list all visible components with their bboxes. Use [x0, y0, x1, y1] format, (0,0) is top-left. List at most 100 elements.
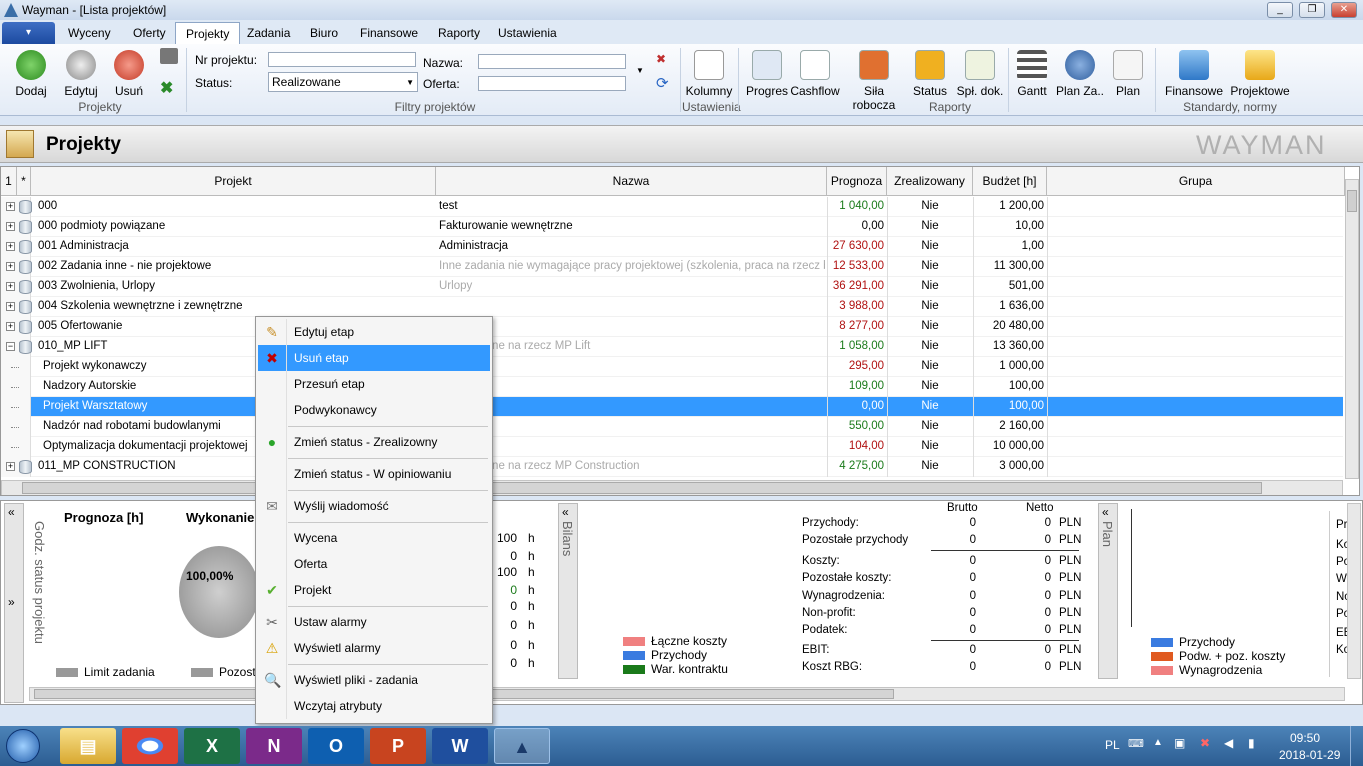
kolumny-button[interactable]: Kolumny [684, 50, 734, 98]
usun-button[interactable]: Usuń [106, 50, 152, 98]
table-row[interactable]: −010_MP LIFT wykonywane na rzecz MP Lift 1… [1, 337, 1343, 357]
context-item-13[interactable]: Wczytaj atrybuty [258, 693, 490, 719]
column-header-2[interactable]: Prognoza [827, 167, 887, 196]
taskbar-chrome-icon[interactable] [122, 728, 178, 764]
app-menu-button[interactable]: ▾ [2, 22, 55, 44]
expand-toggle-icon[interactable]: + [6, 262, 15, 271]
context-item-12[interactable]: 🔍 Wyświetl pliki - zadania [258, 667, 490, 693]
context-item-10[interactable]: ✂ Ustaw alarmy [258, 609, 490, 635]
context-item-9[interactable]: ✔ Projekt [258, 577, 490, 603]
print-icon[interactable] [160, 48, 178, 64]
status-select[interactable]: Realizowane ▼ [268, 72, 418, 92]
table-row[interactable]: +000 test 1 040,00 Nie 1 200,00 [1, 197, 1343, 217]
edytuj-button[interactable]: Edytuj [58, 50, 104, 98]
column-header-4[interactable]: Budżet [h] [973, 167, 1047, 196]
finansowe-button[interactable]: Finansowe [1164, 50, 1224, 98]
grid-vertical-scrollbar[interactable] [1345, 179, 1359, 479]
expand-toggle-icon[interactable]: + [6, 302, 15, 311]
projektowe-button[interactable]: Projektowe [1228, 50, 1292, 98]
show-desktop-button[interactable] [1350, 726, 1363, 766]
tab-1[interactable]: Oferty [123, 22, 176, 44]
vscroll-thumb[interactable] [1347, 190, 1357, 212]
taskbar-explorer-icon[interactable]: ▤ [60, 728, 116, 764]
plan-button[interactable]: Plan [1108, 50, 1148, 98]
table-row[interactable]: Projekt Warsztatowy 0,00 Nie 100,00 [1, 397, 1343, 417]
expand-down-icon[interactable]: » [8, 595, 15, 609]
clock-time[interactable]: 09:50 [1290, 731, 1320, 745]
bilans-collapse-icon[interactable]: « [562, 505, 569, 519]
expand-toggle-icon[interactable]: + [6, 282, 15, 291]
collapse-icon[interactable]: « [8, 505, 15, 519]
context-item-11[interactable]: ⚠ Wyświetl alarmy [258, 635, 490, 661]
raport-button-4[interactable]: Spł. dok. [956, 50, 1004, 98]
expand-toggle-icon[interactable]: − [6, 342, 15, 351]
raport-button-3[interactable]: Status [910, 50, 950, 98]
excel-export-icon[interactable]: ✖ [160, 78, 178, 97]
taskbar-onenote-icon[interactable]: N [246, 728, 302, 764]
filter-dropdown-icon[interactable]: ▼ [636, 66, 644, 75]
oferta-input[interactable] [478, 76, 626, 91]
close-button[interactable]: ✕ [1331, 2, 1357, 18]
context-item-3[interactable]: Podwykonawcy [258, 397, 490, 423]
signal-icon[interactable]: ▮ [1248, 736, 1255, 750]
table-row[interactable]: +000 podmioty powiązane Fakturowanie wewn… [1, 217, 1343, 237]
column-header-0[interactable]: Projekt [31, 167, 436, 196]
column-header-1[interactable]: Nazwa [436, 167, 827, 196]
expand-toggle-icon[interactable]: + [6, 242, 15, 251]
taskbar-wayman-icon[interactable]: ▲ [494, 728, 550, 764]
grid-horizontal-scrollbar[interactable] [1, 480, 1343, 495]
tab-5[interactable]: Finansowe [350, 22, 428, 44]
clear-filter-icon[interactable]: ✖ [656, 52, 666, 66]
language-indicator[interactable]: PL [1105, 738, 1120, 752]
grid-filter-star[interactable]: * [17, 167, 31, 196]
context-item-5[interactable]: Zmień status - W opiniowaniu [258, 461, 490, 487]
table-row[interactable]: +003 Zwolnienia, Urlopy Urlopy 36 291,00 Ni… [1, 277, 1343, 297]
table-row[interactable]: +001 Administracja Administracja 27 630,00… [1, 237, 1343, 257]
raport-button-0[interactable]: Progres [744, 50, 790, 98]
restore-button[interactable]: ❐ [1299, 2, 1325, 18]
clock-date[interactable]: 2018-01-29 [1279, 748, 1340, 762]
table-row[interactable]: +004 Szkolenia wewnętrzne i zewnętrzne 3 … [1, 297, 1343, 317]
tab-3[interactable]: Zadania [237, 22, 300, 44]
dodaj-button[interactable]: Dodaj [8, 50, 54, 98]
context-item-7[interactable]: Wycena [258, 525, 490, 551]
plan-collapse-icon[interactable]: « [1102, 505, 1109, 519]
grid-corner[interactable]: 1 [1, 167, 17, 196]
context-item-8[interactable]: Oferta [258, 551, 490, 577]
taskbar-outlook-icon[interactable]: O [308, 728, 364, 764]
table-row[interactable]: +005 Ofertowanie 8 277,00 Nie 20 480,00 [1, 317, 1343, 337]
tab-2[interactable]: Projekty [175, 22, 241, 44]
expand-toggle-icon[interactable]: + [6, 222, 15, 231]
context-item-4[interactable]: ● Zmień status - Zrealizowny [258, 429, 490, 455]
tab-6[interactable]: Raporty [428, 22, 490, 44]
table-row[interactable]: Nadzory Autorskie 109,00 Nie 100,00 [1, 377, 1343, 397]
table-row[interactable]: Nadzór nad robotami budowlanymi 550,00 Nie… [1, 417, 1343, 437]
plan-zadan-button[interactable]: Plan Za.. [1054, 50, 1106, 98]
taskbar-excel-icon[interactable]: X [184, 728, 240, 764]
context-item-1[interactable]: ✖ Usuń etap [258, 345, 490, 371]
gantt-button[interactable]: Gantt [1012, 50, 1052, 98]
bottom-vertical-scrollbar[interactable] [1347, 503, 1361, 679]
column-header-3[interactable]: Zrealizowany [887, 167, 973, 196]
context-item-6[interactable]: ✉ Wyślij wiadomość [258, 493, 490, 519]
context-item-2[interactable]: Przesuń etap [258, 371, 490, 397]
table-row[interactable]: Projekt wykonawczy 295,00 Nie 1 000,00 [1, 357, 1343, 377]
network-warning-icon[interactable]: ✖ [1200, 736, 1210, 750]
nr-projektu-input[interactable] [268, 52, 416, 67]
volume-icon[interactable]: ◀ [1224, 736, 1233, 750]
nazwa-input[interactable] [478, 54, 626, 69]
table-row[interactable]: +011_MP CONSTRUCTION wykonywane na rzecz … [1, 457, 1343, 477]
table-row[interactable]: +002 Zadania inne - nie projektowe Inne z… [1, 257, 1343, 277]
raport-button-2[interactable]: Siła robocza [842, 50, 906, 112]
tab-7[interactable]: Ustawienia [488, 22, 567, 44]
tab-4[interactable]: Biuro [300, 22, 348, 44]
table-row[interactable]: Optymalizacja dokumentacji projektowej 10… [1, 437, 1343, 457]
keyboard-icon[interactable]: ⌨ [1128, 737, 1144, 750]
raport-button-1[interactable]: Cashflow [790, 50, 840, 98]
bottom-horizontal-scrollbar[interactable] [29, 687, 1345, 701]
tray-expand-icon[interactable]: ▲ [1153, 737, 1163, 748]
start-button[interactable] [6, 729, 40, 763]
expand-toggle-icon[interactable]: + [6, 322, 15, 331]
tray-app-icon[interactable]: ▣ [1174, 736, 1185, 750]
expand-toggle-icon[interactable]: + [6, 202, 15, 211]
